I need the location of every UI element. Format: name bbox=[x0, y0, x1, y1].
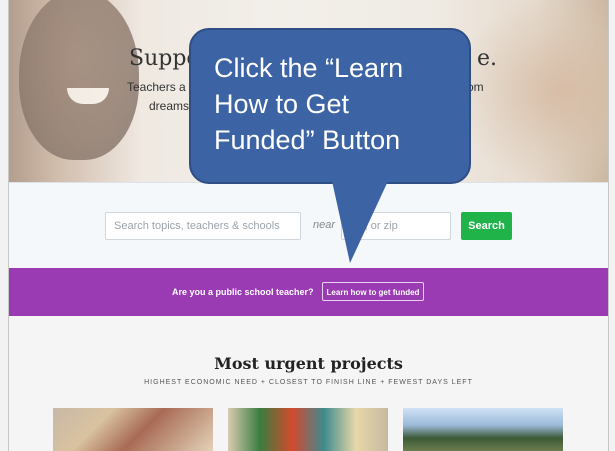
hero-subtitle-left: Teachers a bbox=[127, 80, 186, 94]
callout-line: How to Get bbox=[214, 89, 350, 119]
callout-text: Click the “Learn How to Get Funded” Butt… bbox=[214, 50, 454, 158]
teacher-question: Are you a public school teacher? bbox=[172, 287, 314, 297]
teacher-banner: Are you a public school teacher? Learn h… bbox=[9, 268, 608, 316]
callout-line: Funded” Button bbox=[214, 125, 401, 155]
search-topics-input[interactable]: Search topics, teachers & schools bbox=[105, 212, 301, 240]
callout-line: Click the “Learn bbox=[214, 53, 404, 83]
project-thumbnail[interactable] bbox=[403, 408, 563, 451]
hero-title-right: e. bbox=[477, 46, 498, 71]
project-thumbnail[interactable] bbox=[228, 408, 388, 451]
urgent-subtitle: HIGHEST ECONOMIC NEED + CLOSEST TO FINIS… bbox=[144, 379, 473, 386]
urgent-projects-section: Most urgent projects HIGHEST ECONOMIC NE… bbox=[9, 316, 608, 451]
urgent-title: Most urgent projects bbox=[214, 354, 403, 373]
search-button[interactable]: Search bbox=[461, 212, 512, 240]
callout-pointer bbox=[332, 181, 388, 263]
learn-how-to-get-funded-button[interactable]: Learn how to get funded bbox=[322, 282, 424, 301]
hero-subtitle-left-line2: dreams bbox=[149, 99, 190, 113]
project-thumbnail[interactable] bbox=[53, 408, 213, 451]
search-section: Search topics, teachers & schools near c… bbox=[9, 182, 608, 269]
